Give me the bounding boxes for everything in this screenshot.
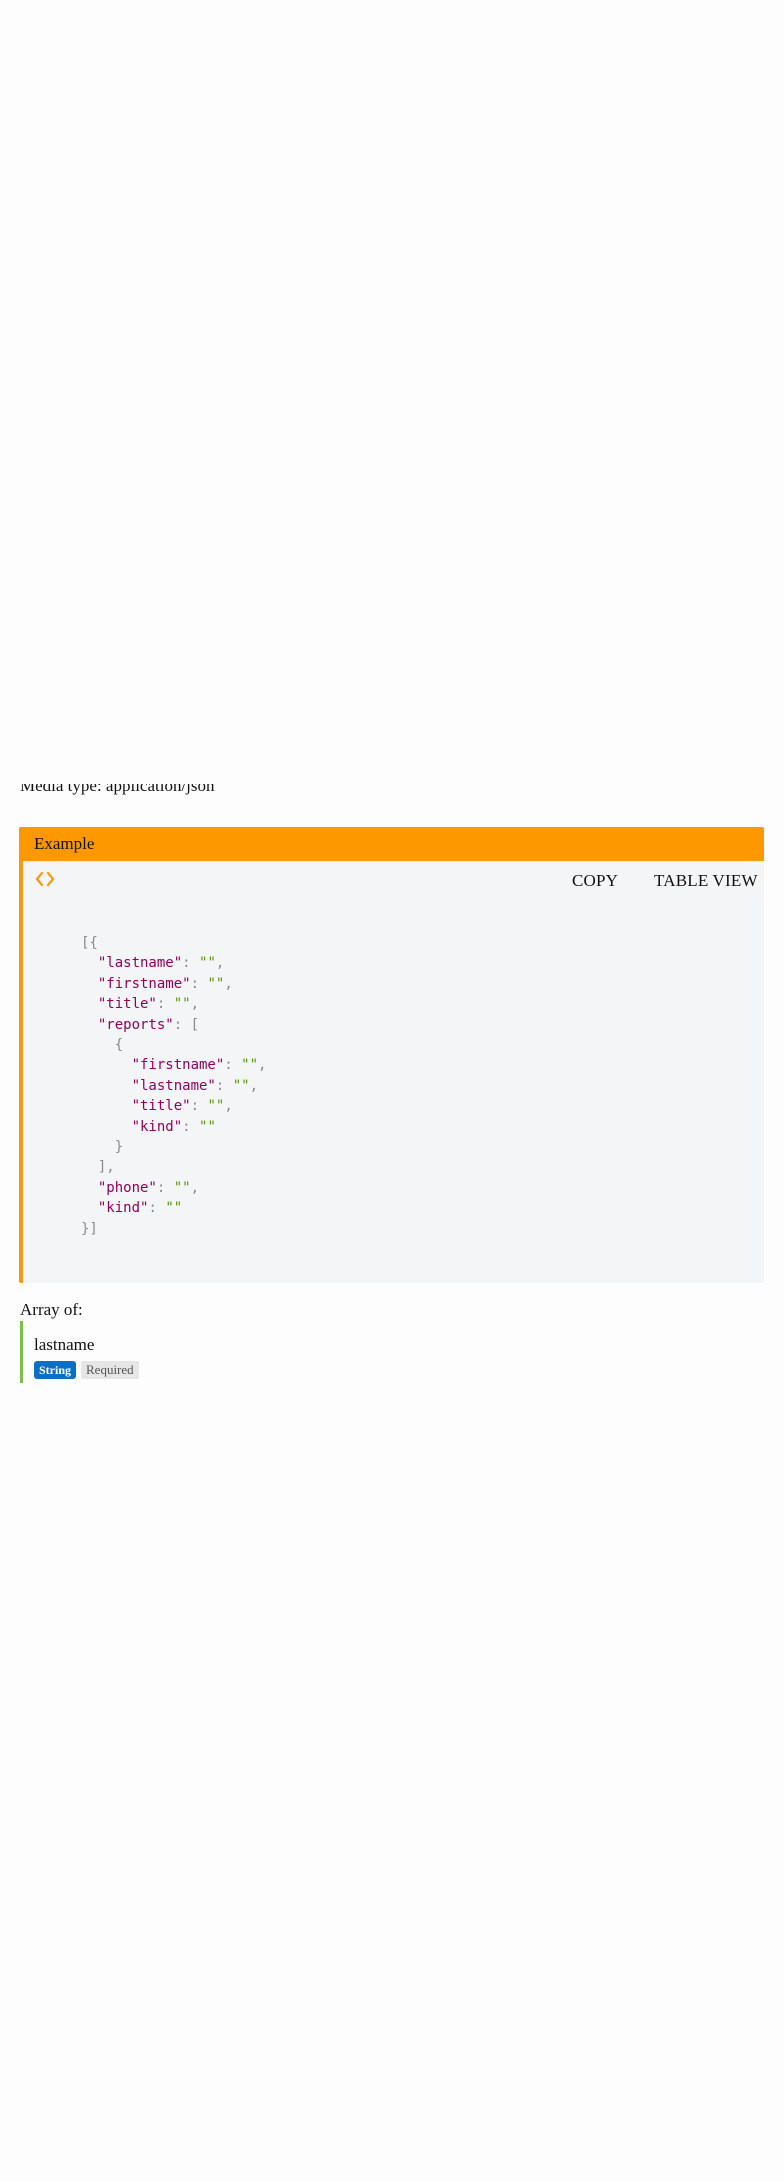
type-badge: String [34,1361,77,1379]
page: Media type: application/json Example COP… [0,0,784,2182]
property-name: lastname [34,1335,95,1354]
required-badge: Required [81,1361,139,1379]
schema-property: lastname String Required [20,1321,320,1383]
example-json-code: [{ "lastname": "", "firstname": "", "tit… [81,935,267,1237]
media-type-text: Media type: application/json [20,784,215,795]
copy-button[interactable]: COPY [572,871,618,891]
example-panel: Example COPY TABLE VIEW [{ "lastname": "… [19,827,764,1283]
code-brackets-icon[interactable] [35,871,57,891]
array-of-label: Array of: [20,1300,83,1319]
table-view-button[interactable]: TABLE VIEW [654,871,758,891]
example-header: Example [19,827,764,861]
example-toolbar: COPY TABLE VIEW [23,861,764,901]
media-type-line: Media type: application/json [20,784,320,806]
